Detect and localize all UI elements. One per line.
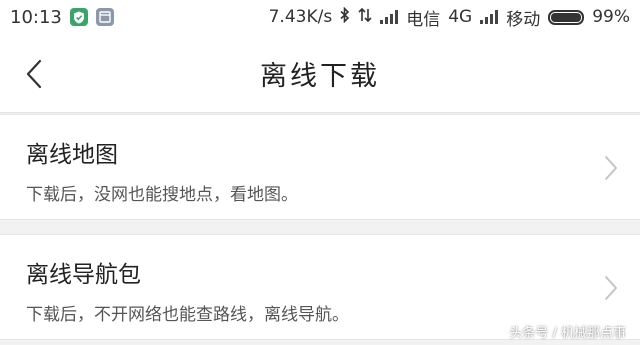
- status-bar: 10:13 7.43K/s 电信 4G 移动 99%: [0, 0, 640, 34]
- status-left: 10:13: [10, 7, 114, 28]
- watermark: 头条号 / 机械那点事: [509, 326, 626, 341]
- list-item-description: 下载后，没网也能搜地点，看地图。: [26, 185, 298, 205]
- signal-icon: [480, 10, 499, 24]
- bluetooth-icon: [340, 6, 350, 28]
- list-item-title: 离线地图: [26, 142, 118, 168]
- carrier-2: 移动: [506, 9, 541, 30]
- list-item-offline-map[interactable]: 离线地图 下载后，没网也能搜地点，看地图。: [0, 114, 640, 220]
- signal-icon: [380, 10, 399, 24]
- chevron-right-icon: [605, 156, 617, 180]
- battery-fill: [551, 12, 581, 22]
- battery-icon: [548, 9, 585, 25]
- app-icon: [95, 8, 114, 26]
- back-button[interactable]: [14, 54, 54, 94]
- status-time: 10:13: [10, 6, 62, 28]
- chevron-left-icon: [26, 59, 42, 89]
- page-title: 离线下载: [260, 60, 380, 92]
- list-item-description: 下载后，不开网络也能查路线，离线导航。: [26, 305, 349, 325]
- carrier-1: 电信: [406, 9, 441, 30]
- data-transfer-icon: [358, 7, 372, 28]
- shield-icon: [69, 8, 88, 26]
- network-type: 4G: [448, 7, 473, 27]
- status-right: 7.43K/s 电信 4G 移动 99%: [269, 5, 630, 30]
- battery-percent: 99%: [592, 7, 630, 27]
- chevron-right-icon: [605, 276, 617, 300]
- title-bar: 离线下载: [0, 34, 640, 113]
- app-screen: 10:13 7.43K/s 电信 4G 移动 99% 离线下载 离线地图 下载后…: [0, 0, 640, 345]
- list-item-title: 离线导航包: [26, 262, 141, 288]
- network-speed: 7.43K/s: [268, 7, 333, 27]
